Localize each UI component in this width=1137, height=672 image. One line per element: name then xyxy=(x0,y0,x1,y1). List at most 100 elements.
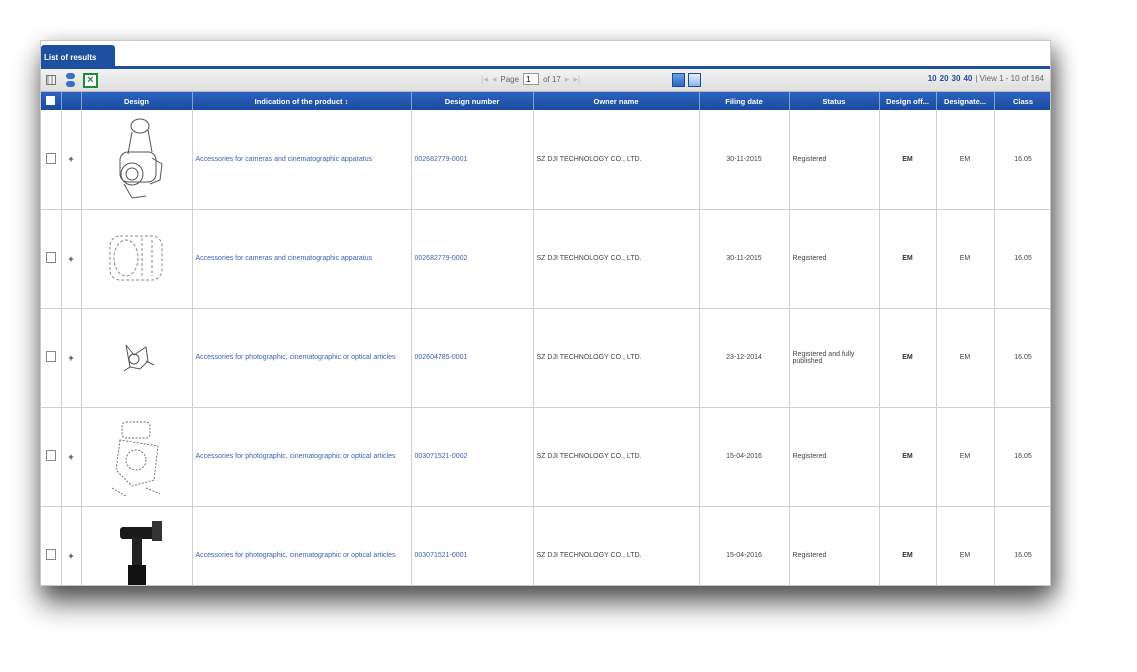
design-office: EM xyxy=(879,308,937,408)
design-thumbnail[interactable] xyxy=(81,308,193,408)
design-thumbnail[interactable] xyxy=(81,209,193,309)
owner-name: SZ DJI TECHNOLOGY CO., LTD. xyxy=(533,407,700,507)
tab-list-of-results[interactable]: List of results xyxy=(41,45,115,69)
owner-name: SZ DJI TECHNOLOGY CO., LTD. xyxy=(533,308,700,408)
rows-option-30[interactable]: 30 xyxy=(952,74,961,83)
select-all-header[interactable] xyxy=(41,92,62,110)
product-indication[interactable]: Accessories for cameras and cinematograp… xyxy=(196,156,373,163)
owner-name: SZ DJI TECHNOLOGY CO., LTD. xyxy=(533,209,700,309)
col-owner-name[interactable]: Owner name xyxy=(533,92,700,110)
design-thumbnail[interactable] xyxy=(81,407,193,507)
table-row[interactable]: + Accessories for photographic, cinemato… xyxy=(41,407,1050,507)
results-table: Design Indication of the product ↕ Desig… xyxy=(41,92,1050,585)
row-checkbox[interactable] xyxy=(45,549,56,560)
prev-page-icon[interactable]: ◂ xyxy=(492,74,497,85)
status: Registered xyxy=(789,209,880,309)
product-indication[interactable]: Accessories for cameras and cinematograp… xyxy=(196,255,373,262)
rows-per-page: 10 20 30 40 | View 1 - 10 of 164 xyxy=(928,74,1044,83)
designated: EM xyxy=(936,308,995,408)
rows-option-40[interactable]: 40 xyxy=(963,74,972,83)
class: 16.05 xyxy=(994,110,1050,210)
filing-date: 30-11-2015 xyxy=(699,110,790,210)
excel-export-icon[interactable]: × xyxy=(83,73,98,88)
table-row[interactable]: + Accessories for cameras and cinematogr… xyxy=(41,110,1050,210)
filing-date: 15-04-2016 xyxy=(699,407,790,507)
col-designated[interactable]: Designate... xyxy=(936,92,995,110)
filing-date: 30-11-2015 xyxy=(699,209,790,309)
row-checkbox[interactable] xyxy=(45,152,56,164)
design-office: EM xyxy=(879,209,937,309)
rows-option-20[interactable]: 20 xyxy=(940,74,949,83)
owner-name: SZ DJI TECHNOLOGY CO., LTD. xyxy=(533,110,700,210)
next-page-icon[interactable]: ▸ xyxy=(565,74,570,85)
designated: EM xyxy=(936,110,995,210)
rows-option-10[interactable]: 10 xyxy=(928,74,937,83)
design-office: EM xyxy=(879,407,937,507)
expand-icon[interactable]: + xyxy=(68,254,73,264)
col-class[interactable]: Class xyxy=(994,92,1050,110)
table-row[interactable]: + Accessories for photographic, cinemato… xyxy=(41,308,1050,408)
handheld-gimbal-photo-icon xyxy=(119,520,162,585)
expand-header xyxy=(61,92,82,110)
gallery-view-icon[interactable] xyxy=(688,73,701,87)
col-filing-date[interactable]: Filing date xyxy=(699,92,790,110)
class: 16.05 xyxy=(994,506,1050,585)
design-number-link[interactable]: 003071521-0002 xyxy=(415,453,468,460)
columns-icon[interactable] xyxy=(66,73,76,87)
table-header-row: Design Indication of the product ↕ Desig… xyxy=(41,92,1050,110)
filing-date: 15-04-2016 xyxy=(699,506,790,585)
expand-icon[interactable]: + xyxy=(68,154,73,164)
expand-icon[interactable]: + xyxy=(68,452,73,462)
col-status[interactable]: Status xyxy=(789,92,880,110)
product-indication[interactable]: Accessories for photographic, cinematogr… xyxy=(196,453,396,460)
status: Registered and fully published xyxy=(789,308,880,408)
class: 16.05 xyxy=(994,407,1050,507)
designated: EM xyxy=(936,506,995,585)
camera-housing-drawing-icon xyxy=(109,235,162,280)
owner-name: SZ DJI TECHNOLOGY CO., LTD. xyxy=(533,506,700,585)
status: Registered xyxy=(789,110,880,210)
design-number-link[interactable]: 002604785-0001 xyxy=(415,354,468,361)
grid-view-icon[interactable] xyxy=(46,75,56,85)
last-page-icon[interactable]: ▸| xyxy=(573,74,580,85)
row-checkbox[interactable] xyxy=(45,252,56,263)
page-label: Page xyxy=(500,74,520,84)
filing-date: 23-12-2014 xyxy=(699,308,790,408)
list-view-icon[interactable] xyxy=(672,73,685,87)
design-number-link[interactable]: 002682779-0001 xyxy=(415,156,468,163)
status: Registered xyxy=(789,506,880,585)
product-indication[interactable]: Accessories for photographic, cinematogr… xyxy=(196,354,396,361)
pager: |◂ ◂ Page of 17 ▸ ▸| xyxy=(481,73,580,85)
design-number-link[interactable]: 003071521-0001 xyxy=(415,552,468,559)
col-indication[interactable]: Indication of the product ↕ xyxy=(192,92,412,110)
design-number-link[interactable]: 002682779-0002 xyxy=(415,255,468,262)
toolbar: × |◂ ◂ Page of 17 ▸ ▸| 10 20 30 40 | Vie… xyxy=(41,69,1050,92)
results-window: List of results × |◂ ◂ Page of 17 ▸ ▸| 1… xyxy=(40,40,1051,586)
design-thumbnail[interactable] xyxy=(81,110,193,210)
row-checkbox[interactable] xyxy=(45,450,56,461)
table-row[interactable]: + Accessories for cameras and cinematogr… xyxy=(41,209,1050,309)
class: 16.05 xyxy=(994,209,1050,309)
design-thumbnail[interactable] xyxy=(81,506,193,585)
page-input[interactable] xyxy=(523,73,540,85)
product-indication[interactable]: Accessories for photographic, cinematogr… xyxy=(196,552,396,559)
gimbal-assembly-drawing-icon xyxy=(111,421,160,496)
view-range-text: | View 1 - 10 of 164 xyxy=(975,74,1044,83)
designated: EM xyxy=(936,407,995,507)
gimbal-arm-drawing-icon xyxy=(123,344,154,371)
table-row[interactable]: + Accessories for photographic, cinemato… xyxy=(41,506,1050,585)
select-all-checkbox[interactable] xyxy=(46,95,56,105)
col-design-number[interactable]: Design number xyxy=(411,92,534,110)
expand-icon[interactable]: + xyxy=(68,353,73,363)
status: Registered xyxy=(789,407,880,507)
class: 16.05 xyxy=(994,308,1050,408)
designated: EM xyxy=(936,209,995,309)
page-count: of 17 xyxy=(543,74,561,84)
expand-icon[interactable]: + xyxy=(68,551,73,561)
camera-gimbal-drawing-icon xyxy=(119,118,163,199)
design-office: EM xyxy=(879,506,937,585)
col-design[interactable]: Design xyxy=(81,92,193,110)
col-design-office[interactable]: Design off... xyxy=(879,92,937,110)
first-page-icon[interactable]: |◂ xyxy=(481,74,488,85)
row-checkbox[interactable] xyxy=(45,351,56,362)
